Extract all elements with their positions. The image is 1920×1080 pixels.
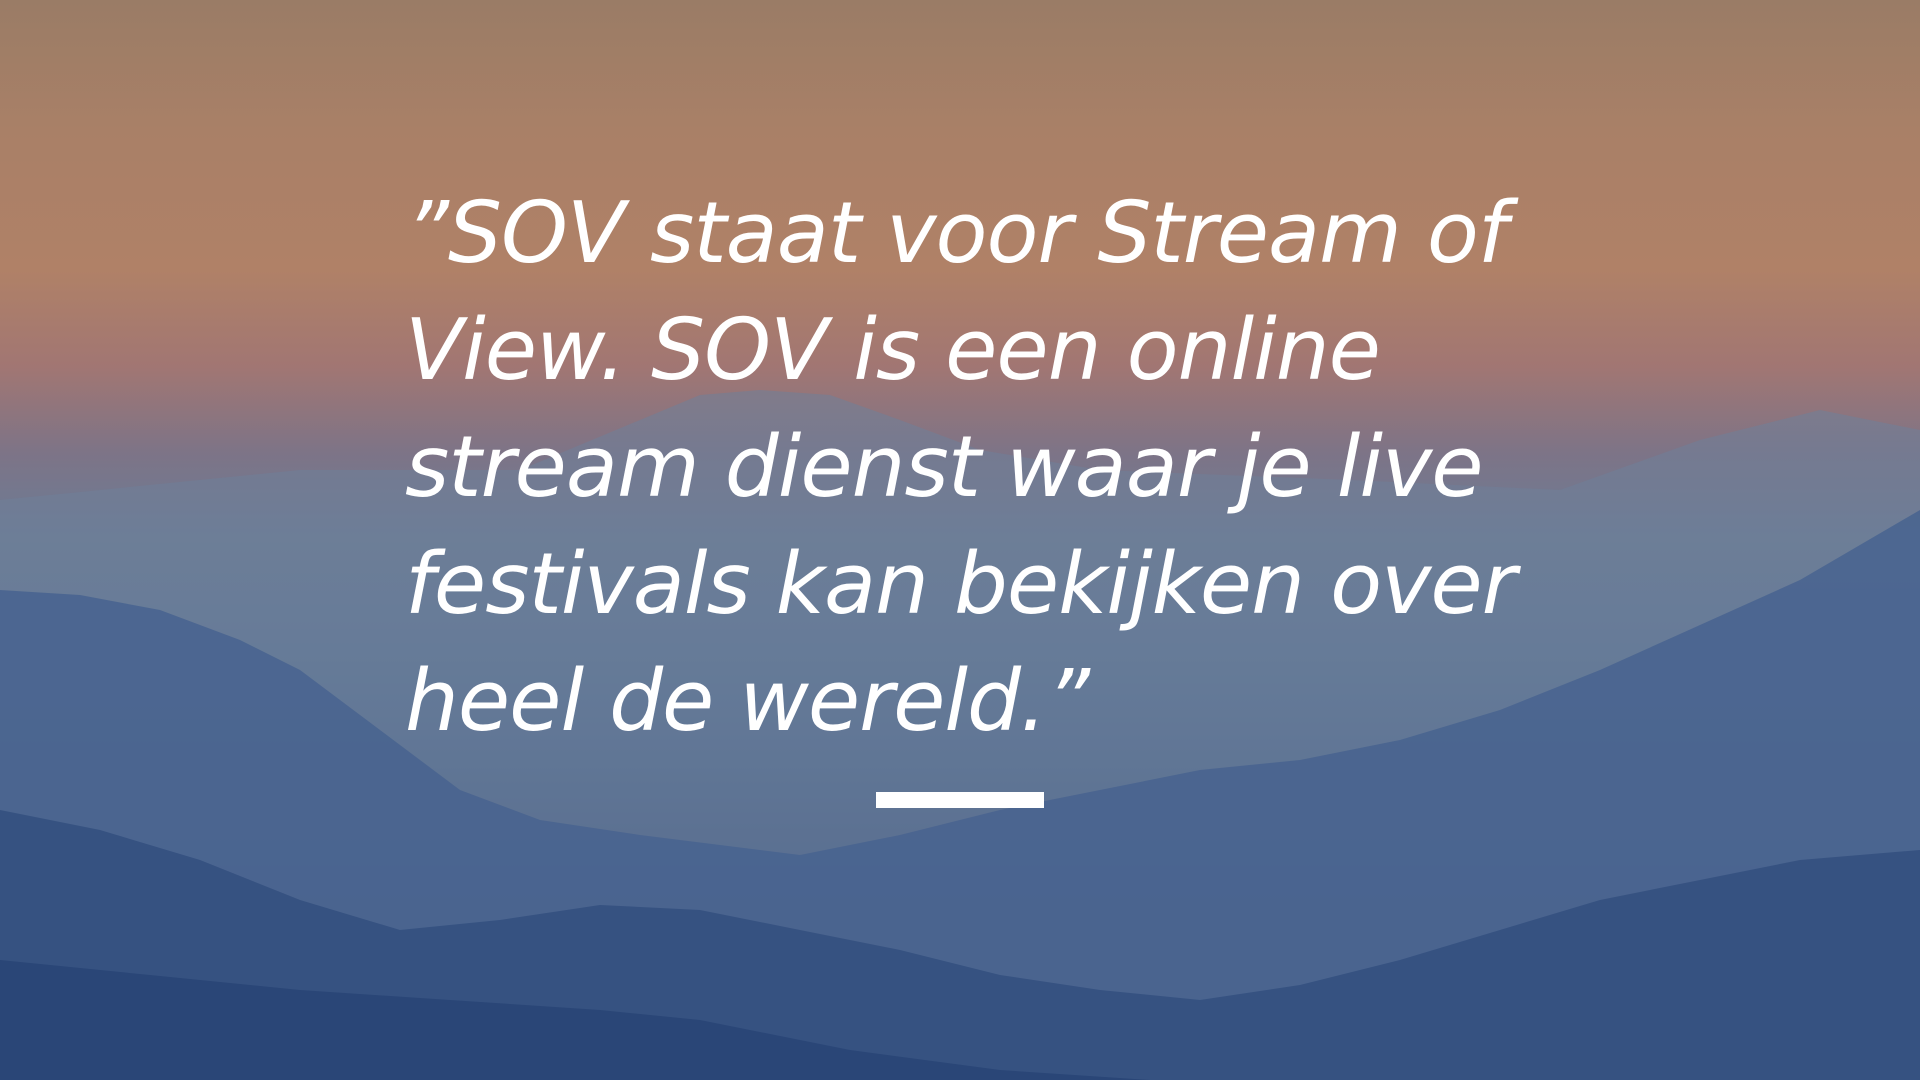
quote-text: ”SOV staat voor Stream of View. SOV is e… <box>405 184 1517 751</box>
quote-slide: ”SOV staat voor Stream of View. SOV is e… <box>0 0 1920 1080</box>
quote-divider <box>876 792 1044 808</box>
